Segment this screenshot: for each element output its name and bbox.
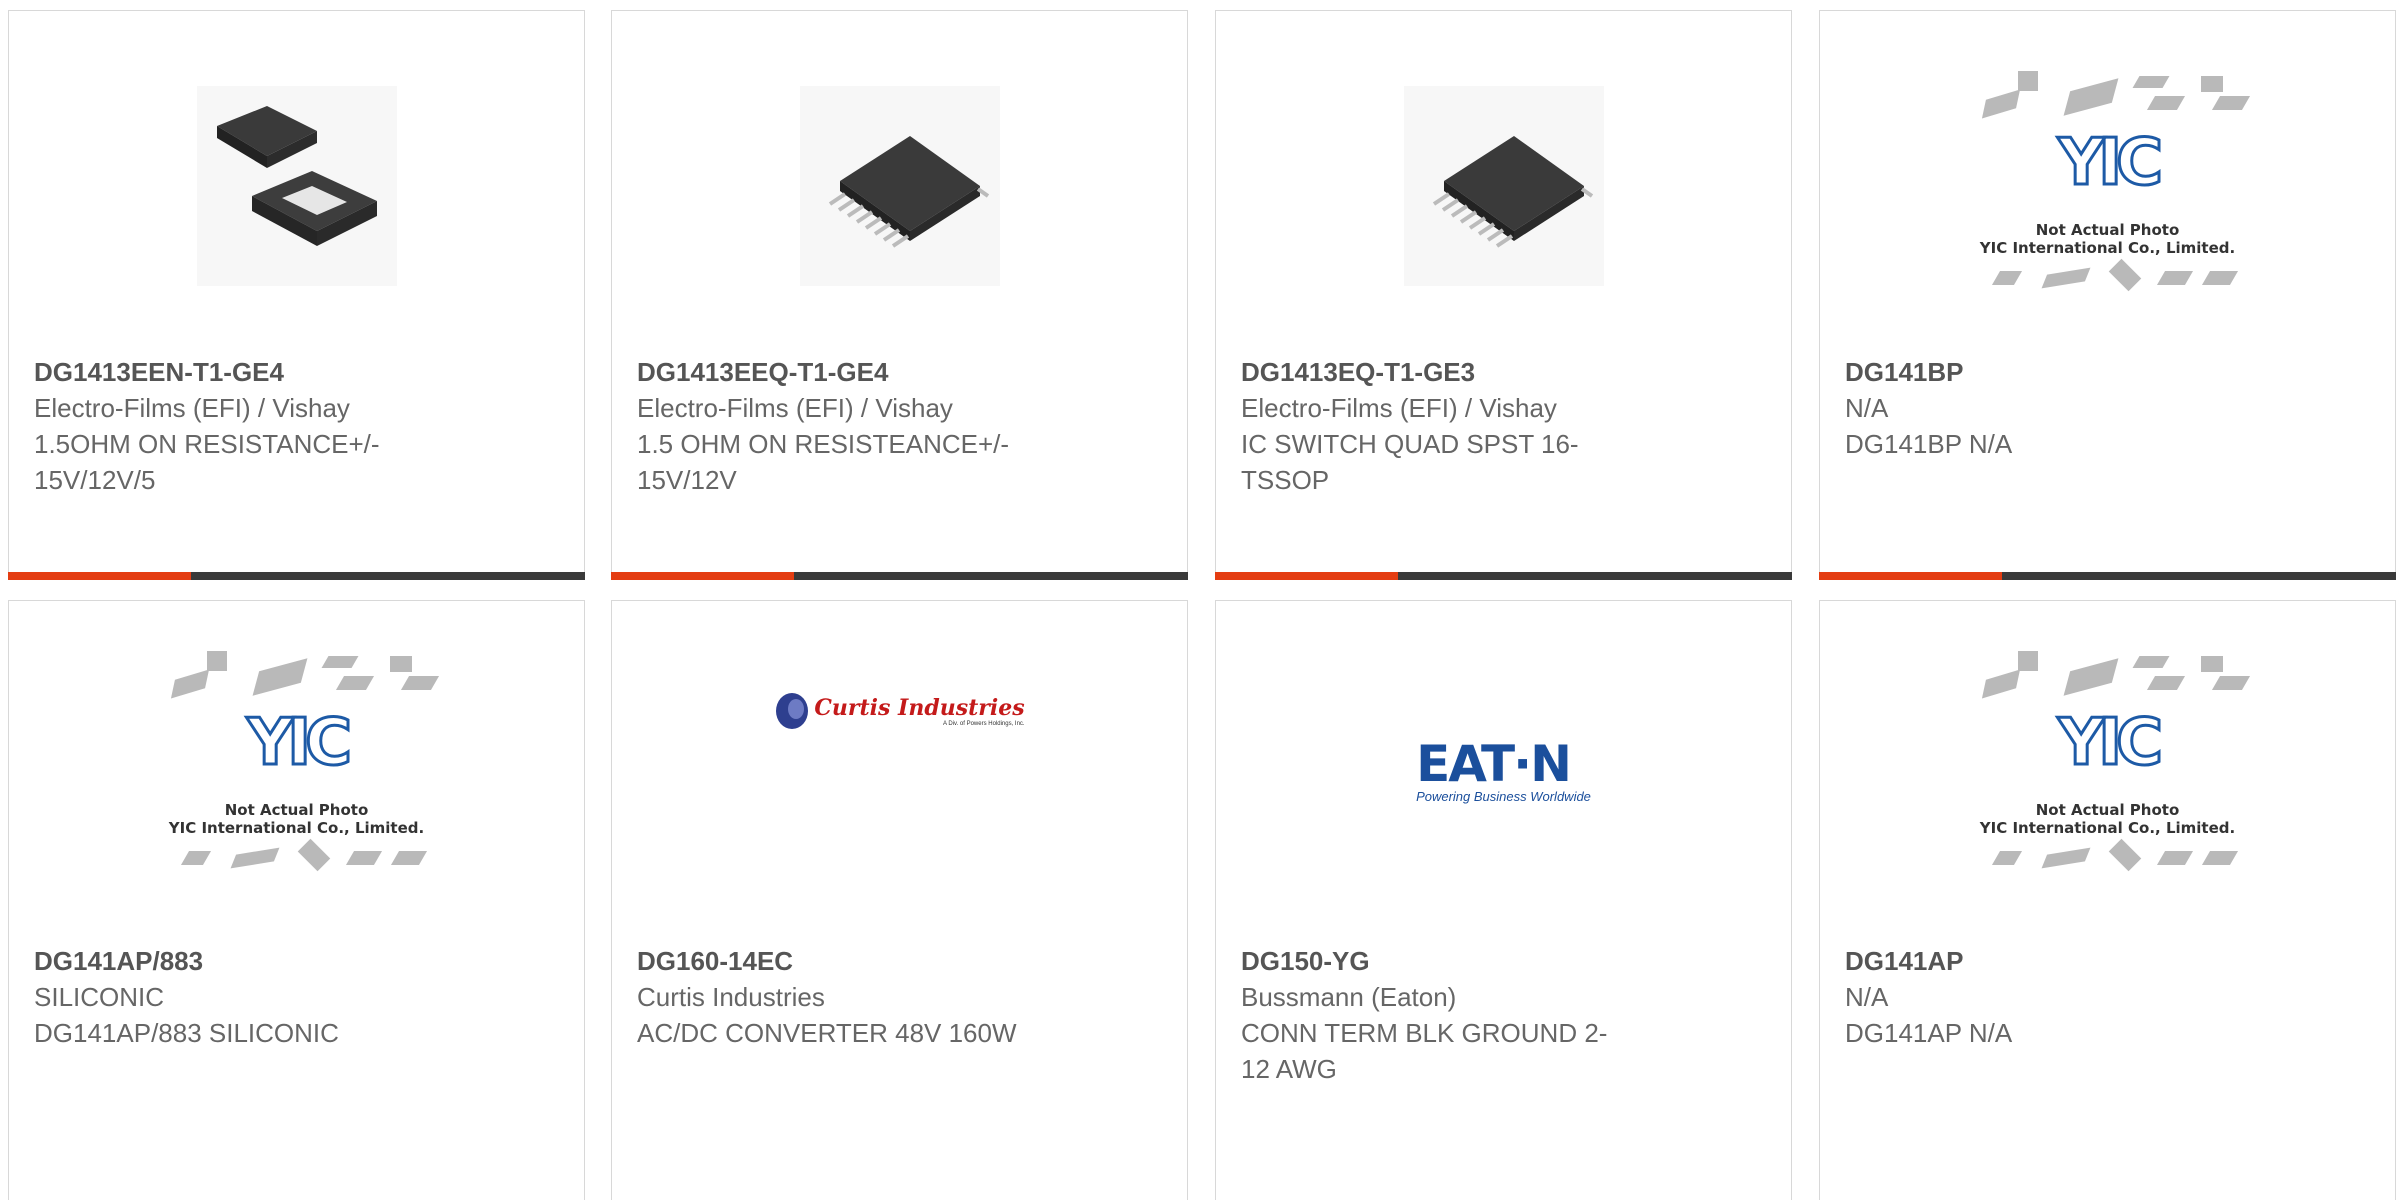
yic-logo: YIC: [2056, 705, 2164, 782]
product-card[interactable]: YIC Not Actual Photo YIC International Co…: [1819, 600, 2396, 1200]
placeholder-caption: Not Actual Photo: [2035, 221, 2180, 239]
product-image[interactable]: [612, 71, 1187, 301]
placeholder-company: YIC International Co., Limited.: [1979, 819, 2236, 837]
description-line: AC/DC CONVERTER 48V 160W: [637, 1018, 1017, 1048]
part-number[interactable]: DG1413EEN-T1-GE4: [34, 354, 454, 390]
card-bottom-bar: [1819, 572, 2396, 580]
description-line: 12 AWG: [1241, 1054, 1337, 1084]
yic-placeholder-image: YIC Not Actual Photo YIC International Co…: [1976, 66, 2250, 306]
part-number[interactable]: DG141BP: [1845, 354, 2265, 390]
card-bottom-bar: [1215, 572, 1792, 580]
product-card[interactable]: EAT·N Powering Business Worldwide DG150-…: [1215, 600, 1792, 1200]
product-image[interactable]: YIC Not Actual Photo YIC International Co…: [1820, 71, 2395, 301]
yic-logo: YIC: [2056, 125, 2164, 202]
product-image[interactable]: EAT·N Powering Business Worldwide: [1216, 731, 1791, 811]
yic-placeholder-image: YIC Not Actual Photo YIC International Co…: [1976, 646, 2250, 886]
tssop-package-image: [799, 86, 1000, 286]
description-line: 15V/12V: [637, 465, 737, 495]
part-number[interactable]: DG141AP/883: [34, 943, 454, 979]
card-accent: [1215, 572, 1398, 580]
product-image[interactable]: [1216, 71, 1791, 301]
description-line: DG141BP N/A: [1845, 429, 2013, 459]
description-line: 1.5OHM ON RESISTANCE+/-: [34, 429, 380, 459]
curtis-globe-icon: [776, 693, 809, 729]
product-card[interactable]: Curtis Industries A Div. of Powers Holdi…: [611, 600, 1188, 1200]
placeholder-caption: Not Actual Photo: [2035, 801, 2180, 819]
eaton-tagline: Powering Business Worldwide: [1416, 788, 1591, 804]
yic-logo: YIC: [245, 705, 353, 782]
product-image[interactable]: Curtis Industries A Div. of Powers Holdi…: [612, 681, 1187, 741]
part-number[interactable]: DG1413EQ-T1-GE3: [1241, 354, 1661, 390]
manufacturer: Electro-Films (EFI) / Vishay: [34, 393, 350, 423]
qfn-package-image: [196, 86, 397, 286]
card-bottom-bar: [611, 572, 1188, 580]
product-card[interactable]: YIC Not Actual Photo YIC International Co…: [1819, 10, 2396, 580]
product-card[interactable]: DG1413EEN-T1-GE4 Electro-Films (EFI) / V…: [8, 10, 585, 580]
manufacturer: N/A: [1845, 982, 1889, 1012]
part-number[interactable]: DG141AP: [1845, 943, 2265, 979]
curtis-logo: Curtis Industries A Div. of Powers Holdi…: [774, 691, 1025, 731]
product-image[interactable]: YIC Not Actual Photo YIC International Co…: [9, 651, 584, 881]
manufacturer: Curtis Industries: [637, 982, 825, 1012]
product-grid: DG1413EEN-T1-GE4 Electro-Films (EFI) / V…: [0, 0, 2400, 1200]
part-number[interactable]: DG1413EEQ-T1-GE4: [637, 354, 1057, 390]
card-bottom-bar: [8, 572, 585, 580]
product-card[interactable]: DG1413EEQ-T1-GE4 Electro-Films (EFI) / V…: [611, 10, 1188, 580]
manufacturer: Bussmann (Eaton): [1241, 982, 1457, 1012]
part-number[interactable]: DG150-YG: [1241, 943, 1661, 979]
description-line: TSSOP: [1241, 465, 1330, 495]
curtis-name: Curtis Industries: [814, 695, 1025, 721]
yic-placeholder-image: YIC Not Actual Photo YIC International Co…: [165, 646, 439, 886]
card-accent: [1819, 572, 2002, 580]
manufacturer: Electro-Films (EFI) / Vishay: [1241, 393, 1557, 423]
product-image[interactable]: [9, 71, 584, 301]
description-line: 1.5 OHM ON RESISTEANCE+/-: [637, 429, 1010, 459]
part-number[interactable]: DG160-14EC: [637, 943, 1057, 979]
placeholder-company: YIC International Co., Limited.: [168, 819, 425, 837]
description-line: CONN TERM BLK GROUND 2-: [1241, 1018, 1608, 1048]
product-card[interactable]: YIC Not Actual Photo YIC International Co…: [8, 600, 585, 1200]
description-line: DG141AP N/A: [1845, 1018, 2013, 1048]
card-accent: [611, 572, 794, 580]
eaton-wordmark: EAT·N: [1416, 734, 1572, 793]
manufacturer: SILICONIC: [34, 982, 165, 1012]
description-line: 15V/12V/5: [34, 465, 156, 495]
placeholder-caption: Not Actual Photo: [224, 801, 369, 819]
tssop-package-image: [1403, 86, 1604, 286]
manufacturer: N/A: [1845, 393, 1889, 423]
description-line: DG141AP/883 SILICONIC: [34, 1018, 339, 1048]
manufacturer: Electro-Films (EFI) / Vishay: [637, 393, 953, 423]
card-accent: [8, 572, 191, 580]
product-image[interactable]: YIC Not Actual Photo YIC International Co…: [1820, 651, 2395, 881]
description-line: IC SWITCH QUAD SPST 16-: [1241, 429, 1579, 459]
product-card[interactable]: DG1413EQ-T1-GE3 Electro-Films (EFI) / Vi…: [1215, 10, 1792, 580]
placeholder-company: YIC International Co., Limited.: [1979, 239, 2236, 257]
curtis-subtitle: A Div. of Powers Holdings, Inc.: [943, 721, 1025, 727]
eaton-logo: EAT·N Powering Business Worldwide: [1416, 739, 1591, 804]
